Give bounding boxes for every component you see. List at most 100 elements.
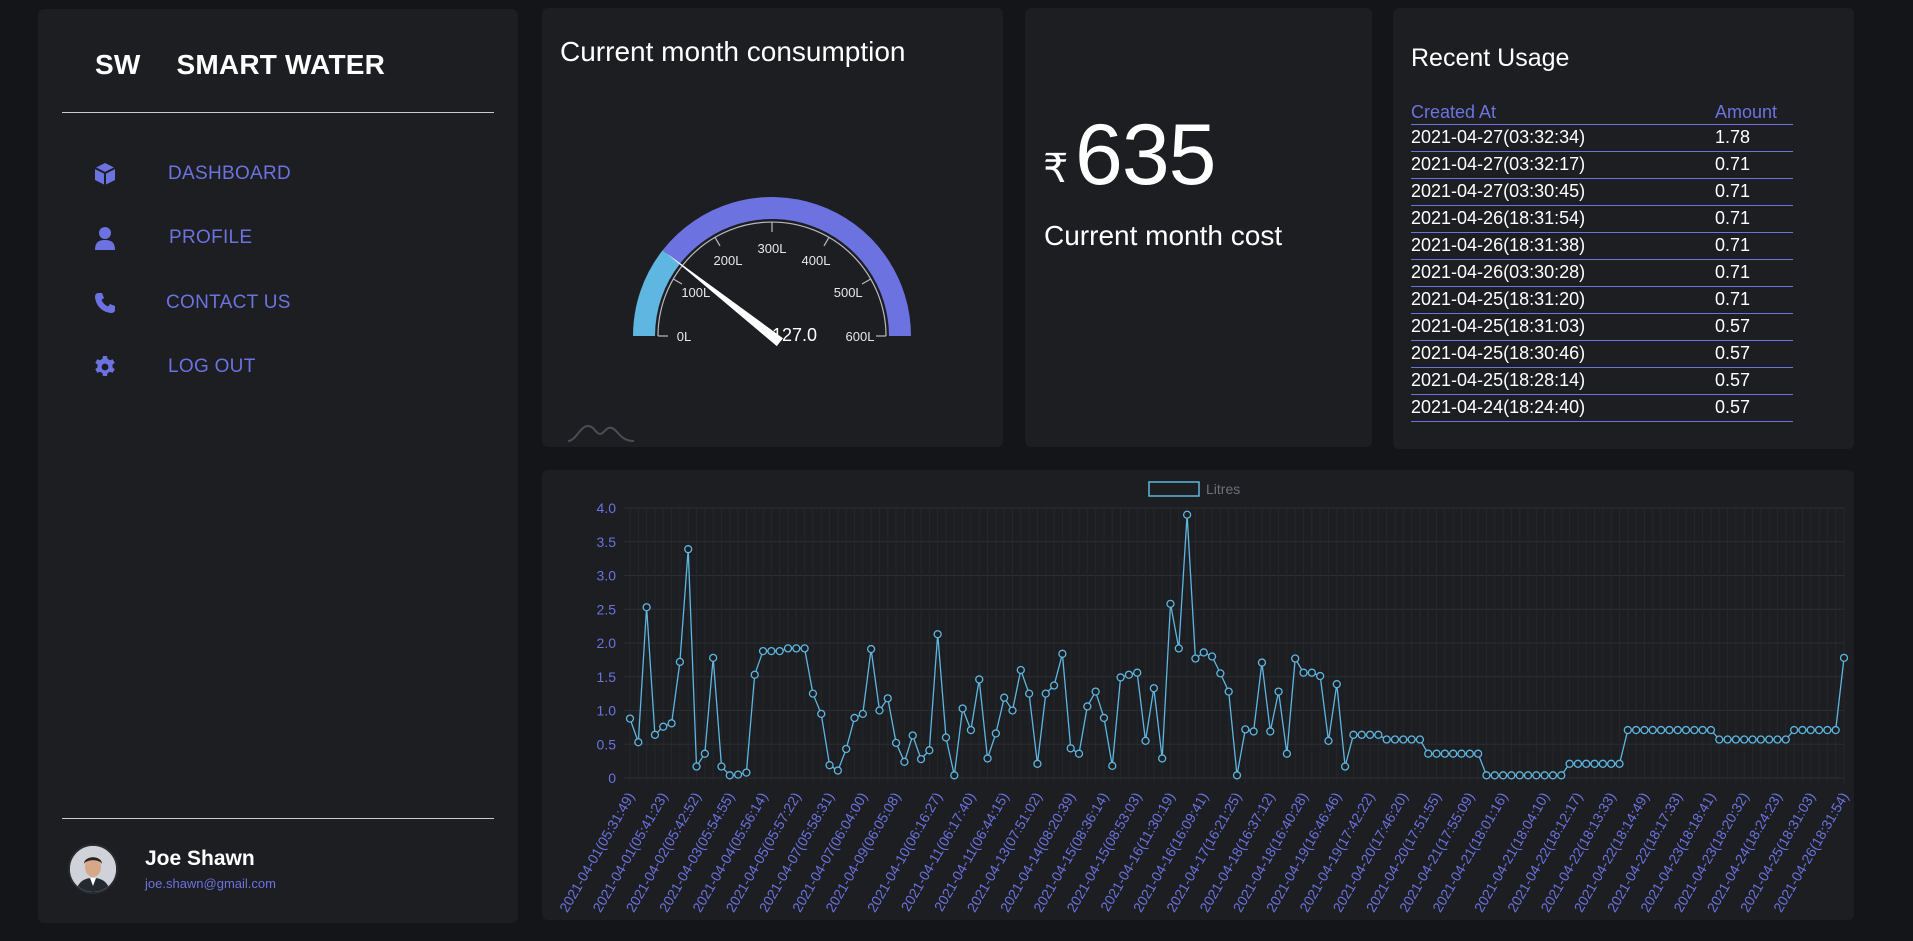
data-point — [1224, 687, 1233, 696]
data-point — [1108, 761, 1117, 771]
data-point — [950, 771, 959, 780]
sidebar: SW SMART WATER DASHBOARD PROFILE CONTACT… — [38, 9, 518, 923]
sidebar-item-label: PROFILE — [169, 227, 253, 248]
data-point — [1415, 735, 1425, 744]
created-at-cell: 2021-04-26(18:31:38) — [1411, 232, 1715, 260]
data-point — [1681, 725, 1691, 735]
data-point — [1789, 725, 1799, 735]
created-at-cell: 2021-04-25(18:31:03) — [1411, 313, 1715, 341]
data-point — [642, 603, 651, 612]
amount-cell: 0.71 — [1715, 259, 1793, 287]
data-point — [1266, 727, 1275, 736]
created-at-cell: 2021-04-24(18:24:40) — [1411, 394, 1715, 422]
data-point — [1424, 749, 1433, 758]
data-point — [1074, 749, 1084, 758]
sidebar-divider-bottom — [62, 818, 494, 819]
amount-cell: 0.57 — [1715, 394, 1793, 422]
data-point — [1340, 762, 1350, 771]
data-point — [1548, 771, 1558, 780]
data-point — [650, 730, 660, 739]
data-point — [1182, 510, 1192, 519]
gauge-tick-label: 500L — [834, 285, 863, 300]
y-tick-label: 3.5 — [597, 534, 617, 550]
data-point — [1706, 725, 1716, 735]
data-point — [991, 729, 1001, 738]
data-point — [1814, 725, 1824, 735]
chart-watermark-icon — [567, 424, 635, 442]
data-point — [1640, 725, 1649, 735]
legend-swatch — [1148, 481, 1200, 497]
data-point — [1515, 771, 1524, 780]
created-at-cell: 2021-04-25(18:28:14) — [1411, 367, 1715, 395]
table-row: 2021-04-25(18:31:03) 0.57 — [1411, 313, 1793, 341]
data-point — [1316, 671, 1325, 681]
data-point — [1523, 771, 1533, 780]
user-card[interactable]: Joe Shawn joe.shawn@gmail.com — [68, 844, 276, 894]
data-point — [983, 754, 992, 763]
column-header-amount[interactable]: Amount — [1715, 96, 1793, 125]
data-point — [1806, 725, 1815, 735]
sidebar-divider-top — [62, 112, 494, 113]
amount-cell: 0.57 — [1715, 340, 1793, 368]
data-point — [1740, 735, 1749, 744]
data-point — [1831, 725, 1840, 735]
data-point — [1174, 644, 1183, 653]
data-point — [1756, 735, 1765, 744]
gauge-tick-label: 400L — [802, 253, 831, 268]
data-point — [825, 761, 834, 770]
brand-abbr: SW — [95, 49, 141, 80]
column-header-created-at[interactable]: Created At — [1411, 96, 1715, 125]
data-point — [1399, 735, 1408, 744]
sidebar-item-profile[interactable]: PROFILE — [38, 218, 518, 258]
table-row: 2021-04-25(18:30:46) 0.57 — [1411, 340, 1793, 368]
amount-cell: 0.57 — [1715, 367, 1793, 395]
data-point — [808, 689, 818, 698]
data-point — [1390, 735, 1400, 744]
data-point — [1066, 744, 1075, 753]
user-name: Joe Shawn — [145, 847, 255, 870]
gauge-tick — [861, 278, 872, 285]
data-point — [1673, 725, 1682, 735]
y-tick-label: 1.0 — [597, 703, 617, 719]
data-point — [1557, 771, 1566, 780]
gauge-tick-label: 200L — [714, 253, 743, 268]
table-row: 2021-04-26(03:30:28) 0.71 — [1411, 259, 1793, 287]
data-point — [1149, 684, 1158, 693]
data-point — [916, 754, 926, 764]
sidebar-item-contact[interactable]: CONTACT US — [38, 283, 518, 323]
data-point — [1582, 759, 1591, 768]
data-point — [717, 762, 726, 771]
usage-line-chart: Litres00.51.01.52.02.53.03.54.02021-04-0… — [556, 481, 1852, 915]
data-point — [1565, 759, 1574, 768]
recent-usage-table: Created At Amount 2021-04-27(03:32:34) 1.… — [1411, 96, 1793, 422]
gauge-tick-label: 100L — [681, 285, 710, 300]
gauge-tick — [823, 236, 830, 247]
user-email[interactable]: joe.shawn@gmail.com — [145, 876, 276, 891]
cost-card: ₹ 635 Current month cost — [1025, 8, 1372, 447]
table-row: 2021-04-27(03:32:17) 0.71 — [1411, 151, 1793, 179]
data-point — [1573, 759, 1583, 768]
data-point — [1158, 754, 1167, 763]
data-point — [1133, 668, 1142, 677]
data-point — [1723, 735, 1732, 744]
data-point — [742, 768, 751, 777]
y-tick-label: 0.5 — [597, 736, 617, 752]
data-point — [1482, 771, 1491, 780]
data-point — [858, 709, 867, 719]
data-point — [1124, 670, 1134, 679]
gauge-tick-label: 0L — [677, 329, 691, 344]
data-point — [750, 670, 759, 679]
cube-icon — [92, 161, 118, 187]
sidebar-item-logout[interactable]: LOG OUT — [38, 347, 518, 387]
created-at-cell: 2021-04-26(03:30:28) — [1411, 259, 1715, 287]
data-point — [692, 762, 701, 771]
created-at-cell: 2021-04-25(18:31:20) — [1411, 286, 1715, 314]
consumption-card: Current month consumption 0L 100L 200L 300L… — [542, 8, 1003, 447]
y-tick-label: 2.5 — [597, 601, 617, 617]
sidebar-item-dashboard[interactable]: DASHBOARD — [38, 154, 518, 194]
user-icon — [92, 225, 118, 251]
data-point — [1656, 725, 1666, 735]
data-point — [1690, 725, 1699, 735]
created-at-cell: 2021-04-27(03:32:34) — [1411, 124, 1715, 152]
data-point — [659, 722, 668, 731]
